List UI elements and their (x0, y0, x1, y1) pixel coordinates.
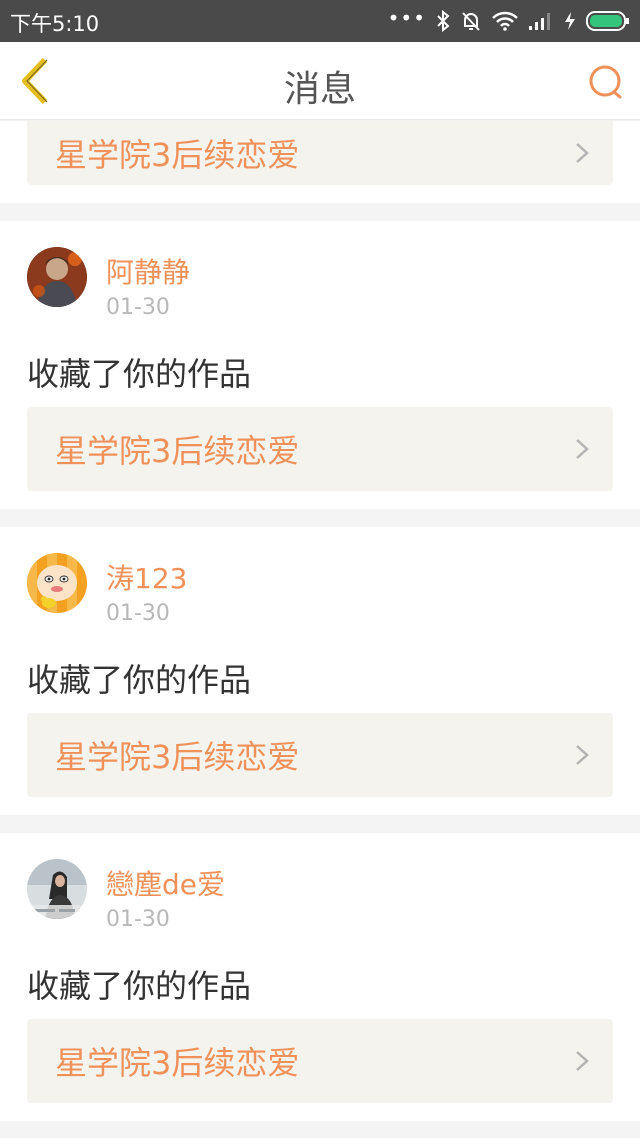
username[interactable]: 戀塵de爱 (106, 863, 225, 903)
search-button[interactable] (586, 60, 626, 104)
timestamp: 01-30 (106, 601, 170, 626)
work-title: 星学院3后续恋爱 (55, 1044, 300, 1082)
work-title: 星学院3后续恋爱 (55, 432, 300, 470)
work-title: 星学院3后续恋爱 (55, 136, 300, 174)
avatar[interactable] (27, 247, 87, 307)
message-card-partial: 星学院3后续恋爱 (0, 121, 640, 203)
message-card: 涛123 01-30 收藏了你的作品 星学院3后续恋爱 (0, 527, 640, 815)
status-time: 下午5:10 (10, 12, 100, 36)
avatar-photo-image (27, 859, 87, 919)
work-link[interactable]: 星学院3后续恋爱 (27, 713, 613, 797)
status-bar: 下午5:10 ••• (0, 0, 640, 42)
work-link[interactable]: 星学院3后续恋爱 (27, 1019, 613, 1103)
action-text: 收藏了你的作品 (27, 967, 252, 1005)
work-link[interactable]: 星学院3后续恋爱 (27, 121, 613, 185)
charging-icon (565, 12, 575, 30)
avatar[interactable] (27, 859, 87, 919)
work-title: 星学院3后续恋爱 (55, 738, 300, 776)
battery-icon (586, 11, 629, 31)
search-icon (589, 65, 622, 99)
status-icons: ••• (388, 6, 630, 36)
message-card: 阿静静 01-30 收藏了你的作品 星学院3后续恋爱 (0, 221, 640, 509)
username[interactable]: 涛123 (106, 557, 187, 597)
avatar[interactable] (27, 553, 87, 613)
work-link[interactable]: 星学院3后续恋爱 (27, 407, 613, 491)
avatar-warrior-image (27, 247, 87, 307)
message-list: 星学院3后续恋爱 阿静静 01-30 收藏了你的作品 星学院3后续恋爱 涛123… (0, 121, 640, 1138)
action-text: 收藏了你的作品 (27, 661, 252, 699)
timestamp: 01-30 (106, 295, 170, 320)
chevron-right-icon (576, 1051, 589, 1071)
wifi-icon (492, 11, 518, 31)
bluetooth-icon (437, 10, 450, 32)
mute-bell-icon (462, 12, 480, 31)
page-title: 消息 (283, 69, 356, 110)
more-dots-icon: ••• (387, 6, 426, 30)
chevron-right-icon (576, 143, 589, 163)
timestamp: 01-30 (106, 907, 170, 932)
nav-bar: 消息 (0, 42, 640, 120)
avatar-cartoon-image (27, 553, 87, 613)
signal-icon (529, 13, 550, 30)
username[interactable]: 阿静静 (106, 251, 190, 291)
chevron-right-icon (576, 745, 589, 765)
chevron-right-icon (576, 439, 589, 459)
message-card: 戀塵de爱 01-30 收藏了你的作品 星学院3后续恋爱 (0, 833, 640, 1121)
action-text: 收藏了你的作品 (27, 355, 252, 393)
